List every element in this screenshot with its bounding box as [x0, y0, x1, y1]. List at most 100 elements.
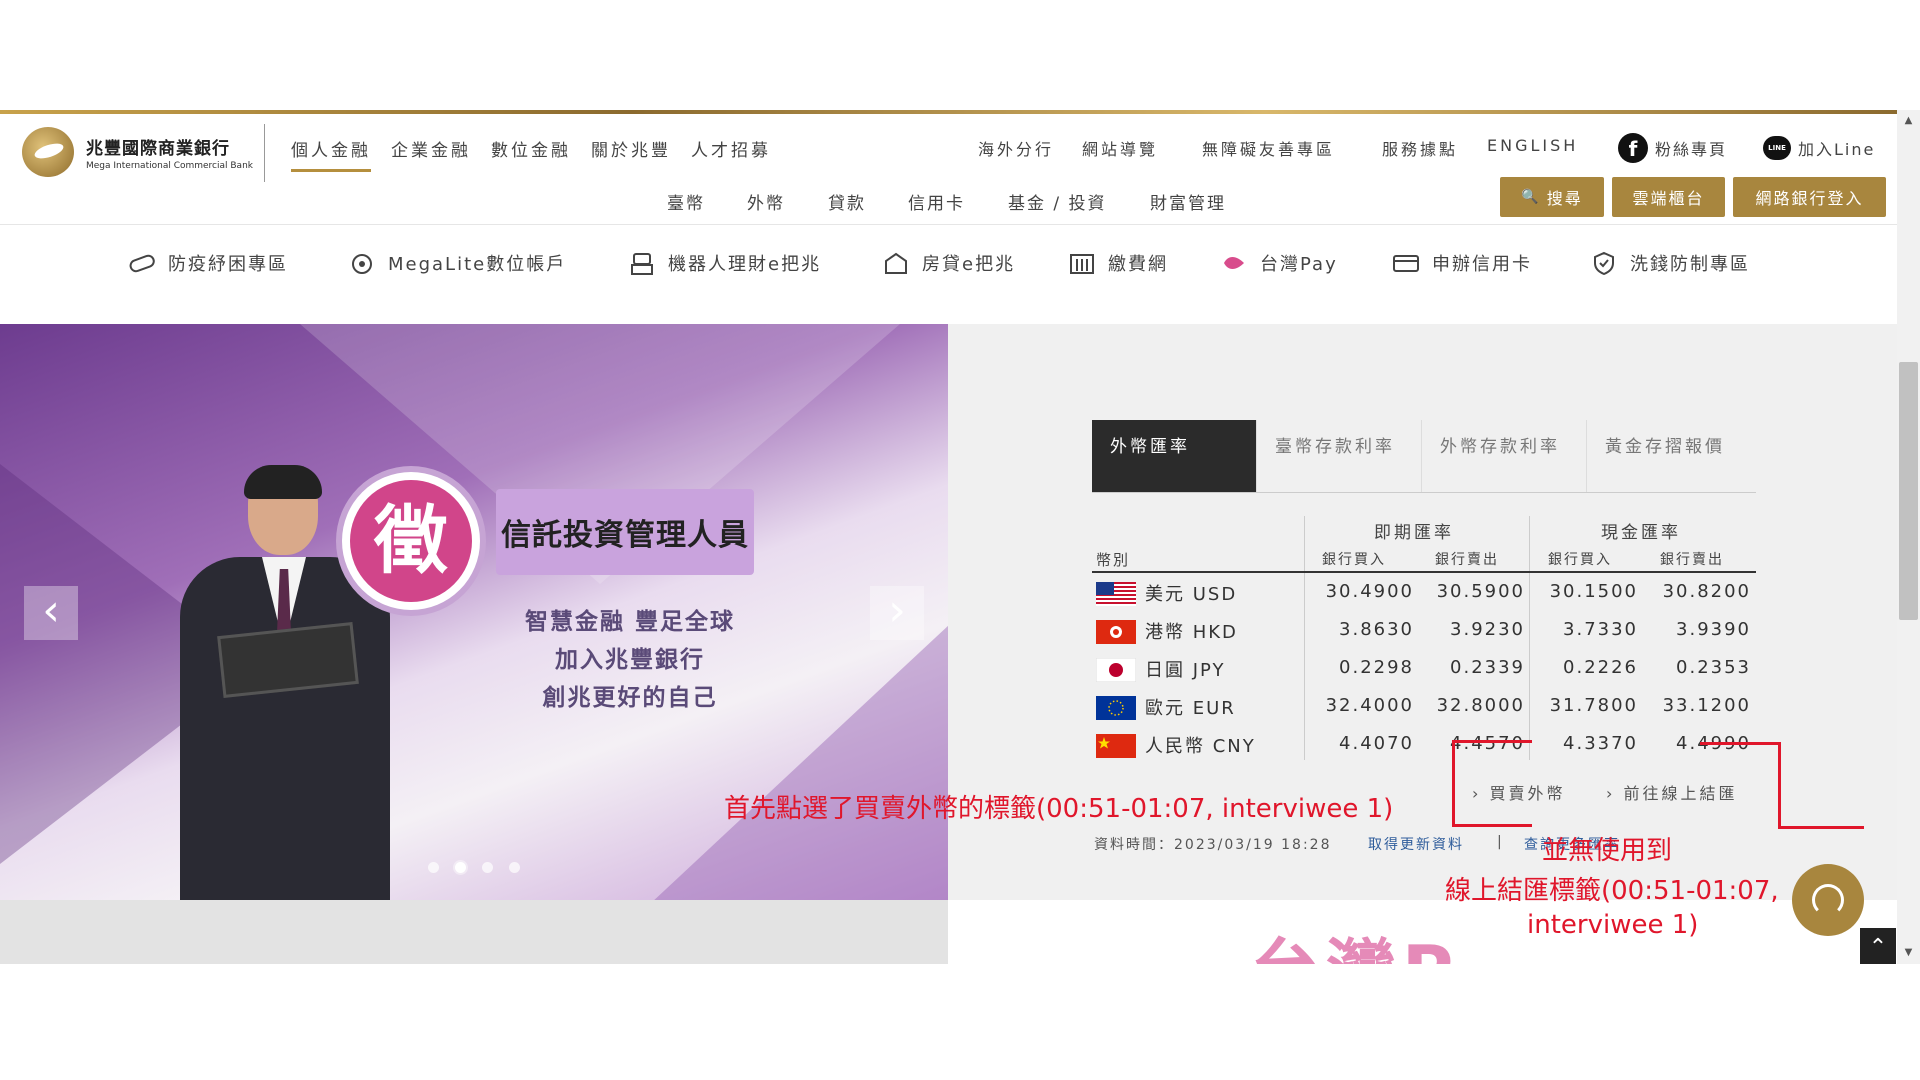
- rates-tabs: 外幣匯率 臺幣存款利率 外幣存款利率 黃金存摺報價: [1092, 420, 1752, 492]
- logo-name-cn: 兆豐國際商業銀行: [86, 138, 230, 159]
- scroll-up-arrow-icon[interactable]: ▲: [1900, 112, 1917, 129]
- quick-link-bill-payment[interactable]: 繳費網: [1068, 250, 1168, 276]
- table-row: 港幣 HKD 3.8630 3.9230 3.7330 3.9390: [1092, 612, 1756, 650]
- customer-service-chat-icon[interactable]: [1792, 864, 1864, 936]
- table-row: 人民幣 CNY 4.4070 4.4570 4.3370 4.4990: [1092, 726, 1756, 764]
- banner-dot-active[interactable]: [455, 862, 466, 873]
- banner-slogan-line2: 加入兆豐銀行: [555, 647, 705, 673]
- spot-buy-value: 32.4000: [1325, 695, 1414, 716]
- logo-mark-icon: [22, 127, 74, 177]
- quick-link-robo-advisor[interactable]: 機器人理財e把兆: [628, 250, 821, 276]
- hk-flag-icon: [1096, 620, 1136, 644]
- robot-icon: [631, 253, 653, 275]
- facebook-icon[interactable]: f: [1618, 133, 1648, 163]
- annotation-first-step: 首先點選了買賣外幣的標籤(00:51-01:07, interviwee 1): [724, 794, 1394, 824]
- cloud-counter-button[interactable]: 雲端櫃台: [1612, 177, 1725, 217]
- banner-dot[interactable]: [428, 862, 439, 873]
- online-exchange-label: 前往線上結匯: [1623, 784, 1738, 803]
- cash-sell-value: 0.2353: [1676, 657, 1751, 678]
- buy-sell-fx-link[interactable]: › 買賣外幣: [1472, 780, 1566, 804]
- nav-overseas-branches[interactable]: 海外分行: [978, 136, 1054, 160]
- subnav-credit-card[interactable]: 信用卡: [908, 189, 965, 214]
- taiwan-pay-promo-text: 台灣P: [1250, 930, 1459, 964]
- top-gold-line: [0, 110, 1897, 114]
- back-to-top-icon[interactable]: ⌃: [1860, 928, 1896, 964]
- banner-next-arrow-icon[interactable]: ›: [870, 586, 924, 640]
- subnav-twd[interactable]: 臺幣: [667, 189, 705, 214]
- quick-link-credit-card-apply[interactable]: 申辦信用卡: [1392, 250, 1532, 276]
- nav-about[interactable]: 關於兆豐: [591, 136, 671, 172]
- quick-link-pandemic-relief[interactable]: 防疫紓困專區: [128, 250, 288, 276]
- cash-sell-value: 33.1200: [1662, 695, 1751, 716]
- annotation-bracket: [1778, 826, 1864, 829]
- nav-digital-banking[interactable]: 數位金融: [491, 136, 571, 172]
- search-button-label: 搜尋: [1546, 189, 1583, 208]
- spot-rate-header: 即期匯率: [1374, 523, 1454, 543]
- currency-column-header: 幣別: [1096, 551, 1131, 569]
- search-button[interactable]: 🔍 搜尋: [1500, 177, 1604, 217]
- quick-link-mortgage[interactable]: 房貸e把兆: [882, 250, 1015, 276]
- quick-link-label: MegaLite數位帳戶: [388, 254, 567, 275]
- annotation-second-line2: 線上結匯標籤(00:51-01:07,: [1445, 876, 1779, 906]
- nav-careers[interactable]: 人才招募: [691, 136, 771, 172]
- nav-sitemap[interactable]: 網站導覽: [1082, 136, 1158, 160]
- ebank-login-button[interactable]: 網路銀行登入: [1733, 177, 1886, 217]
- scroll-down-arrow-icon[interactable]: ▼: [1900, 944, 1917, 961]
- table-header-rule: [1092, 571, 1756, 573]
- lower-section-background: [0, 900, 948, 964]
- house-icon: [885, 252, 907, 274]
- cn-flag-icon: [1096, 734, 1136, 758]
- subnav-foreign-currency[interactable]: 外幣: [747, 189, 785, 214]
- spot-sell-value: 3.9230: [1450, 619, 1525, 640]
- refresh-data-link[interactable]: 取得更新資料: [1368, 834, 1464, 854]
- nav-accessibility[interactable]: 無障礙友善專區: [1202, 136, 1335, 160]
- quick-link-megalite[interactable]: MegaLite數位帳戶: [348, 250, 566, 276]
- cash-sell-header: 銀行賣出: [1660, 552, 1724, 568]
- spot-sell-value: 0.2339: [1450, 657, 1525, 678]
- quick-link-taiwan-pay[interactable]: 台灣Pay: [1220, 250, 1338, 276]
- nav-service-locations[interactable]: 服務據點: [1382, 136, 1458, 160]
- quick-link-label: 房貸e把兆: [922, 254, 1016, 275]
- header-divider: [264, 124, 265, 182]
- subnav-funds-investment[interactable]: 基金 / 投資: [1008, 189, 1107, 214]
- recruit-badge: 徵: [342, 472, 480, 610]
- banner-slogan-line1: 智慧金融 豐足全球: [524, 609, 735, 635]
- tab-fx-rates[interactable]: 外幣匯率: [1092, 420, 1257, 492]
- tab-twd-deposit-rates[interactable]: 臺幣存款利率: [1257, 420, 1422, 492]
- cash-buy-value: 30.1500: [1549, 581, 1638, 602]
- cash-sell-value: 3.9390: [1676, 619, 1751, 640]
- online-exchange-link[interactable]: › 前往線上結匯: [1606, 780, 1738, 804]
- header-separator: [0, 224, 1897, 225]
- bank-logo[interactable]: 兆豐國際商業銀行 Mega International Commercial B…: [22, 127, 253, 177]
- meta-separator: |: [1497, 834, 1504, 850]
- nav-personal-banking[interactable]: 個人金融: [291, 136, 371, 172]
- banner-dot[interactable]: [482, 862, 493, 873]
- tab-gold-passbook[interactable]: 黃金存摺報價: [1587, 420, 1752, 492]
- scrollbar-thumb[interactable]: [1899, 362, 1918, 620]
- currency-name: 歐元 EUR: [1145, 698, 1236, 719]
- line-icon[interactable]: LINE: [1763, 136, 1791, 160]
- banner-pagination: [428, 862, 520, 873]
- tab-fx-deposit-rates[interactable]: 外幣存款利率: [1422, 420, 1587, 492]
- nav-corporate-banking[interactable]: 企業金融: [391, 136, 471, 172]
- quick-link-label: 防疫紓困專區: [168, 254, 288, 275]
- banner-dot[interactable]: [509, 862, 520, 873]
- cash-buy-value: 4.3370: [1563, 733, 1638, 754]
- chevron-right-icon: ›: [1472, 784, 1482, 803]
- cash-rate-header: 現金匯率: [1601, 523, 1681, 543]
- banner-title: 信託投資管理人員: [496, 489, 754, 575]
- subnav-loans[interactable]: 貸款: [828, 189, 866, 214]
- data-timestamp: 資料時間：2023/03/19 18:28: [1094, 837, 1332, 853]
- subnav-wealth-management[interactable]: 財富管理: [1150, 189, 1226, 214]
- fans-page-link[interactable]: 粉絲專頁: [1655, 136, 1727, 160]
- quick-link-aml[interactable]: 洗錢防制專區: [1590, 250, 1750, 276]
- nav-english[interactable]: ENGLISH: [1487, 136, 1578, 155]
- credit-card-icon: [1393, 255, 1419, 272]
- piggy-bank-icon: [352, 254, 372, 274]
- banner-prev-arrow-icon[interactable]: ‹: [24, 586, 78, 640]
- currency-name: 美元 USD: [1145, 584, 1238, 605]
- shield-icon: [1594, 251, 1614, 275]
- logo-name-en: Mega International Commercial Bank: [86, 160, 253, 171]
- join-line-link[interactable]: 加入Line: [1798, 136, 1875, 160]
- currency-name: 港幣 HKD: [1145, 622, 1238, 643]
